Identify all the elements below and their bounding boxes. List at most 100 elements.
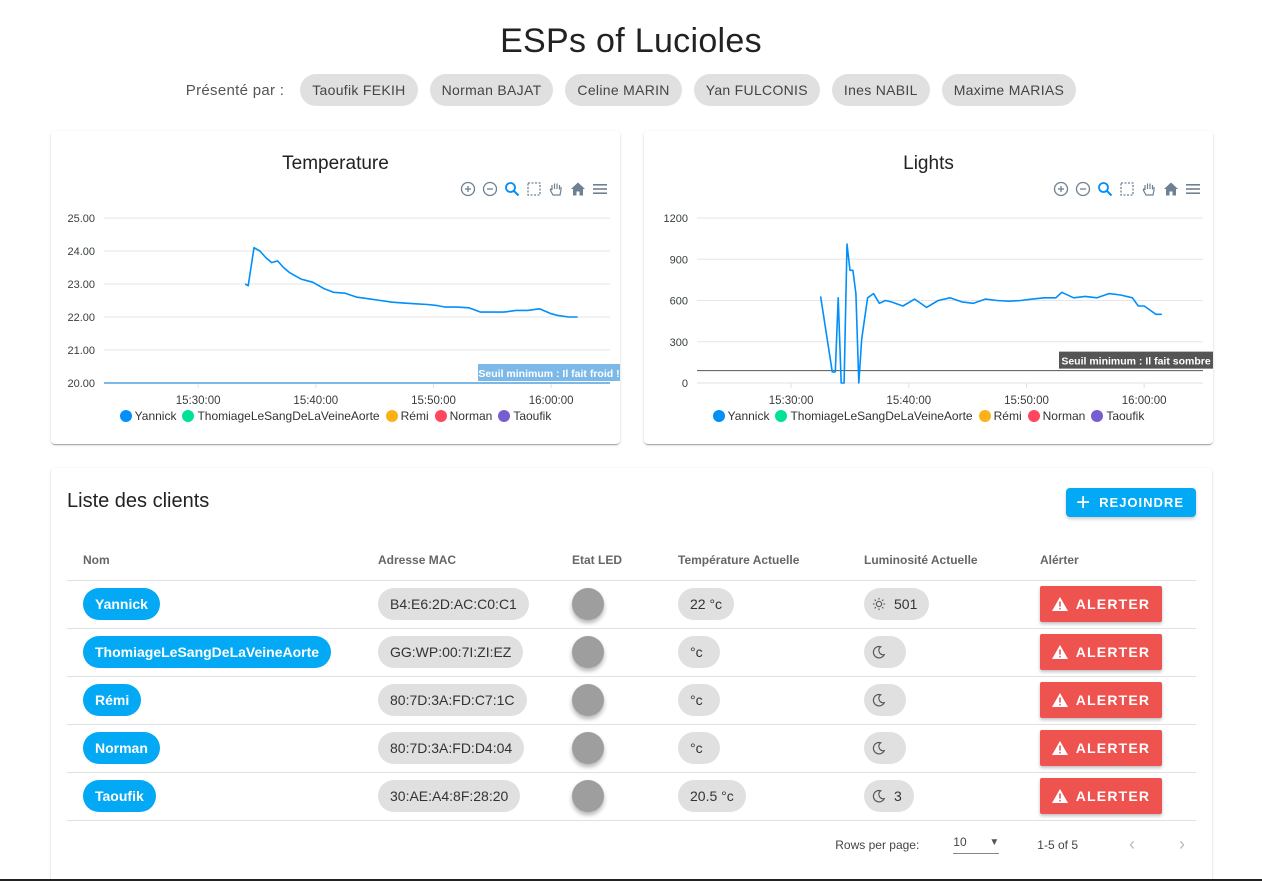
column-header-temperature[interactable]: Température Actuelle xyxy=(662,540,848,581)
legend-label: ThomiageLeSangDeLaVeineAorte xyxy=(197,409,380,423)
x-tick-label: 15:40:00 xyxy=(886,395,931,407)
column-header-luminosity[interactable]: Luminosité Actuelle xyxy=(848,540,1024,581)
rows-per-page-value: 10 xyxy=(953,835,967,849)
y-tick-label: 300 xyxy=(670,337,688,349)
luminosity-chip: 3 xyxy=(864,780,914,812)
join-button[interactable]: + REJOINDRE xyxy=(1066,488,1196,517)
legend-item[interactable]: Norman xyxy=(434,409,493,423)
pagination-range: 1-5 of 5 xyxy=(1037,837,1078,852)
legend-label: Norman xyxy=(1042,409,1086,423)
led-state-toggle[interactable] xyxy=(572,732,604,764)
y-tick-label: 21.00 xyxy=(67,345,95,357)
alert-button[interactable]: ALERTER xyxy=(1040,586,1162,622)
presenter-chip[interactable]: Celine MARIN xyxy=(565,74,682,106)
clients-card: Liste des clients + REJOINDRE Nom Adress… xyxy=(51,468,1212,881)
presenter-chip[interactable]: Taoufik FEKIH xyxy=(300,74,418,106)
column-header-mac[interactable]: Adresse MAC xyxy=(362,540,556,581)
alert-button[interactable]: ALERTER xyxy=(1040,730,1162,766)
presenter-chip[interactable]: Ines NABIL xyxy=(831,74,930,106)
mac-address-chip: B4:E6:2D:AC:C0:C1 xyxy=(378,588,529,620)
client-name-chip[interactable]: ThomiageLeSangDeLaVeineAorte xyxy=(83,636,332,668)
legend-item[interactable]: Taoufik xyxy=(498,409,551,423)
temperature-chip: °c xyxy=(678,684,720,716)
table-pagination: Rows per page: 10 ▼ 1-5 of 5 ‹ › xyxy=(835,834,1196,855)
threshold-label: Seuil minimum : Il fait sombre xyxy=(1061,356,1211,368)
table-row: Yannick B4:E6:2D:AC:C0:C1 22 °c 501 ALER… xyxy=(67,580,1196,629)
legend-item[interactable]: Norman xyxy=(1027,409,1086,423)
threshold-label: Seuil minimum : Il fait froid ! xyxy=(478,368,619,380)
lights-chart-card: Lights 1200 900 600 300 0 15:30:00 15:40:00 15:… xyxy=(644,131,1213,444)
mac-address-chip: 30:AE:A4:8F:28:20 xyxy=(378,780,521,812)
x-tick-label: 16:00:00 xyxy=(1122,395,1167,407)
y-tick-label: 900 xyxy=(670,254,688,266)
presenter-chip[interactable]: Yan FULCONIS xyxy=(693,74,820,106)
luminosity-chip xyxy=(864,636,906,668)
luminosity-chip xyxy=(864,732,906,764)
legend-label: ThomiageLeSangDeLaVeineAorte xyxy=(790,409,973,423)
column-header-name[interactable]: Nom xyxy=(67,540,362,581)
presenters-bar: Présenté par : Taoufik FEKIH Norman BAJA… xyxy=(0,74,1262,106)
led-state-toggle[interactable] xyxy=(572,780,604,812)
warning-icon xyxy=(1051,693,1068,707)
legend-marker-icon xyxy=(712,410,725,422)
legend-marker-icon xyxy=(182,410,195,422)
alert-button[interactable]: ALERTER xyxy=(1040,634,1162,670)
temperature-chip: °c xyxy=(678,636,720,668)
legend-label: Rémi xyxy=(400,409,429,423)
plus-icon: + xyxy=(1076,488,1092,516)
client-name-chip[interactable]: Norman xyxy=(83,732,160,764)
table-row: Norman 80:7D:3A:FD:D4:04 °c ALERTER xyxy=(67,724,1196,773)
legend-label: Norman xyxy=(449,409,493,423)
x-tick-label: 15:30:00 xyxy=(769,395,814,407)
legend-marker-icon xyxy=(119,410,132,422)
legend-item[interactable]: Yannick xyxy=(712,409,769,423)
luminosity-value: 501 xyxy=(894,596,918,612)
rows-per-page-select[interactable]: 10 ▼ xyxy=(953,835,1000,854)
sun-icon xyxy=(872,597,886,611)
caret-down-icon: ▼ xyxy=(989,836,1000,848)
moon-icon xyxy=(872,789,886,803)
client-name-chip[interactable]: Yannick xyxy=(83,588,160,620)
clients-title: Liste des clients xyxy=(67,490,210,512)
led-state-toggle[interactable] xyxy=(572,636,604,668)
luminosity-value: 3 xyxy=(894,788,902,804)
presenter-chip[interactable]: Maxime MARIAS xyxy=(941,74,1077,106)
previous-page-icon[interactable]: ‹ xyxy=(1118,834,1146,855)
warning-icon xyxy=(1051,645,1068,659)
legend-item[interactable]: ThomiageLeSangDeLaVeineAorte xyxy=(775,409,973,423)
series-line-yannick xyxy=(244,246,578,318)
legend-label: Yannick xyxy=(134,409,177,423)
legend-marker-icon xyxy=(385,410,398,422)
clients-table: Nom Adresse MAC Etat LED Température Act… xyxy=(67,540,1196,821)
table-row: Taoufik 30:AE:A4:8F:28:20 20.5 °c 3 ALER… xyxy=(67,772,1196,821)
legend-label: Taoufik xyxy=(513,409,552,423)
legend-item[interactable]: Taoufik xyxy=(1091,409,1144,423)
temperature-chip: °c xyxy=(678,732,720,764)
next-page-icon[interactable]: › xyxy=(1168,834,1196,855)
temperature-chip: 20.5 °c xyxy=(678,780,746,812)
legend-item[interactable]: ThomiageLeSangDeLaVeineAorte xyxy=(182,409,380,423)
column-header-alert[interactable]: Alérter xyxy=(1024,540,1196,581)
x-tick-label: 15:40:00 xyxy=(293,395,338,407)
legend-item[interactable]: Rémi xyxy=(385,409,429,423)
x-tick-label: 15:50:00 xyxy=(1004,395,1049,407)
table-row: ThomiageLeSangDeLaVeineAorte GG:WP:00:7I… xyxy=(67,628,1196,677)
temperature-chart[interactable]: 25.00 24.00 23.00 22.00 21.00 20.00 15:30:00 15… xyxy=(51,131,620,444)
alert-button-label: ALERTER xyxy=(1075,596,1151,612)
led-state-toggle[interactable] xyxy=(572,588,604,620)
rows-per-page-label: Rows per page: xyxy=(835,837,920,852)
lights-chart[interactable]: 1200 900 600 300 0 15:30:00 15:40:00 15:50:00 16… xyxy=(644,131,1213,444)
alert-button[interactable]: ALERTER xyxy=(1040,682,1162,718)
legend-marker-icon xyxy=(775,410,788,422)
presenter-chip[interactable]: Norman BAJAT xyxy=(429,74,554,106)
led-state-toggle[interactable] xyxy=(572,684,604,716)
alert-button[interactable]: ALERTER xyxy=(1040,778,1162,814)
y-tick-label: 0 xyxy=(682,378,688,390)
column-header-led[interactable]: Etat LED xyxy=(556,540,662,581)
client-name-chip[interactable]: Rémi xyxy=(83,684,142,716)
legend-item[interactable]: Yannick xyxy=(119,409,177,423)
moon-icon xyxy=(872,645,886,659)
page-title: ESPs of Lucioles xyxy=(500,22,762,60)
legend-item[interactable]: Rémi xyxy=(978,409,1022,423)
client-name-chip[interactable]: Taoufik xyxy=(83,780,156,812)
